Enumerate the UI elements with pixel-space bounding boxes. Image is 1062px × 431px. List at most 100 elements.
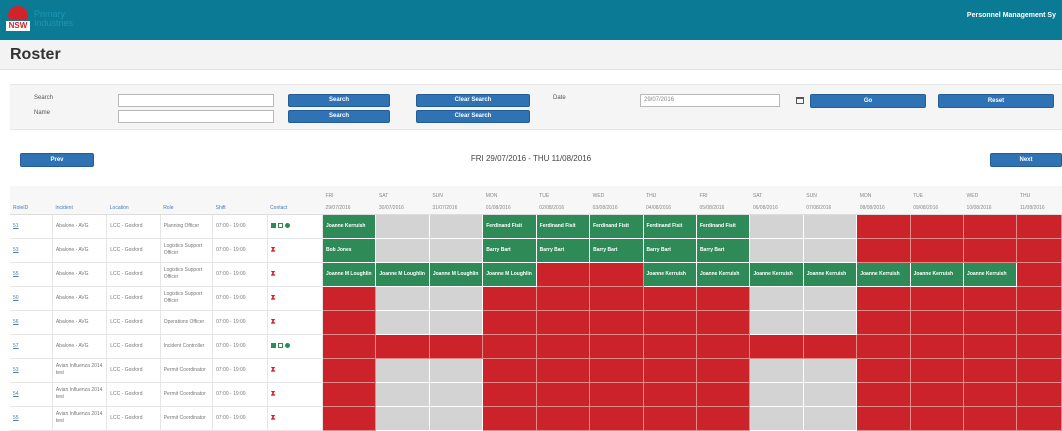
not-required-cell[interactable] — [428, 309, 484, 335]
assigned-shift-cell[interactable]: Barry Bart — [482, 237, 537, 263]
unfilled-shift-cell[interactable] — [1016, 285, 1062, 311]
unfilled-shift-cell[interactable] — [321, 333, 377, 359]
unfilled-shift-cell[interactable] — [963, 333, 1018, 359]
unfilled-shift-cell[interactable] — [695, 381, 751, 407]
unfilled-shift-cell[interactable] — [1016, 381, 1062, 407]
no-contact-icon[interactable] — [270, 294, 276, 300]
unfilled-shift-cell[interactable] — [695, 333, 751, 359]
unfilled-shift-cell[interactable] — [589, 285, 644, 311]
unfilled-shift-cell[interactable] — [589, 261, 644, 287]
not-required-cell[interactable] — [375, 357, 430, 383]
not-required-cell[interactable] — [802, 381, 858, 407]
col-location[interactable]: Location — [106, 186, 161, 215]
document-icon[interactable] — [277, 222, 283, 228]
unfilled-shift-cell[interactable] — [1016, 357, 1062, 383]
unfilled-shift-cell[interactable] — [856, 285, 911, 311]
unfilled-shift-cell[interactable] — [963, 357, 1018, 383]
unfilled-shift-cell[interactable] — [963, 309, 1018, 335]
not-required-cell[interactable] — [428, 405, 484, 431]
unfilled-shift-cell[interactable] — [589, 309, 644, 335]
not-required-cell[interactable] — [749, 237, 804, 263]
unfilled-shift-cell[interactable] — [909, 213, 965, 239]
no-contact-icon[interactable] — [270, 390, 276, 396]
unfilled-shift-cell[interactable] — [535, 309, 591, 335]
search-input[interactable] — [118, 94, 274, 107]
no-contact-icon[interactable] — [270, 366, 276, 372]
unfilled-shift-cell[interactable] — [749, 333, 804, 359]
unfilled-shift-cell[interactable] — [642, 285, 697, 311]
unfilled-shift-cell[interactable] — [535, 261, 591, 287]
unfilled-shift-cell[interactable] — [1016, 261, 1062, 287]
unfilled-shift-cell[interactable] — [482, 333, 537, 359]
not-required-cell[interactable] — [375, 405, 430, 431]
not-required-cell[interactable] — [749, 381, 804, 407]
assigned-shift-cell[interactable]: Joanne Kerruish — [695, 261, 751, 287]
reset-button[interactable]: Reset — [938, 94, 1054, 108]
unfilled-shift-cell[interactable] — [909, 285, 965, 311]
unfilled-shift-cell[interactable] — [321, 309, 377, 335]
unfilled-shift-cell[interactable] — [535, 285, 591, 311]
unfilled-shift-cell[interactable] — [963, 405, 1018, 431]
unfilled-shift-cell[interactable] — [428, 333, 484, 359]
not-required-cell[interactable] — [802, 237, 858, 263]
contact-ok-icon[interactable] — [270, 342, 276, 348]
unfilled-shift-cell[interactable] — [909, 405, 965, 431]
not-required-cell[interactable] — [428, 285, 484, 311]
unfilled-shift-cell[interactable] — [856, 309, 911, 335]
unfilled-shift-cell[interactable] — [321, 357, 377, 383]
not-required-cell[interactable] — [375, 285, 430, 311]
role-id-link[interactable]: 53 — [10, 238, 53, 263]
calendar-icon[interactable] — [796, 97, 804, 104]
not-required-cell[interactable] — [375, 237, 430, 263]
role-id-link[interactable]: 55 — [10, 406, 53, 431]
not-required-cell[interactable] — [749, 357, 804, 383]
role-id-link[interactable]: 56 — [10, 310, 53, 335]
assigned-shift-cell[interactable]: Joanne Kerruish — [749, 261, 804, 287]
unfilled-shift-cell[interactable] — [1016, 213, 1062, 239]
assigned-shift-cell[interactable]: Joanne Kerruish — [856, 261, 911, 287]
assigned-shift-cell[interactable]: Joanne M Loughlin — [321, 261, 377, 287]
unfilled-shift-cell[interactable] — [963, 213, 1018, 239]
unfilled-shift-cell[interactable] — [909, 357, 965, 383]
unfilled-shift-cell[interactable] — [1016, 405, 1062, 431]
unfilled-shift-cell[interactable] — [963, 381, 1018, 407]
unfilled-shift-cell[interactable] — [482, 285, 537, 311]
next-button[interactable]: Next — [990, 153, 1062, 167]
unfilled-shift-cell[interactable] — [535, 405, 591, 431]
role-id-link[interactable]: 50 — [10, 286, 53, 311]
not-required-cell[interactable] — [749, 213, 804, 239]
unfilled-shift-cell[interactable] — [642, 357, 697, 383]
name-search-button[interactable]: Search — [288, 110, 390, 123]
unfilled-shift-cell[interactable] — [321, 381, 377, 407]
no-contact-icon[interactable] — [270, 318, 276, 324]
no-contact-icon[interactable] — [270, 414, 276, 420]
date-input[interactable]: 29/07/2016 — [640, 94, 780, 107]
assigned-shift-cell[interactable]: Joanne M Loughlin — [428, 261, 484, 287]
unfilled-shift-cell[interactable] — [589, 333, 644, 359]
document-icon[interactable] — [277, 342, 283, 348]
not-required-cell[interactable] — [749, 285, 804, 311]
assigned-shift-cell[interactable]: Barry Bart — [695, 237, 751, 263]
assigned-shift-cell[interactable]: Barry Bart — [589, 237, 644, 263]
assigned-shift-cell[interactable]: Joanne Kerruish — [642, 261, 697, 287]
search-button[interactable]: Search — [288, 94, 390, 107]
unfilled-shift-cell[interactable] — [589, 357, 644, 383]
unfilled-shift-cell[interactable] — [535, 357, 591, 383]
unfilled-shift-cell[interactable] — [642, 381, 697, 407]
unfilled-shift-cell[interactable] — [856, 381, 911, 407]
not-required-cell[interactable] — [428, 213, 484, 239]
assigned-shift-cell[interactable]: Ferdinand Fisit — [535, 213, 591, 239]
no-contact-icon[interactable] — [270, 246, 276, 252]
not-required-cell[interactable] — [749, 405, 804, 431]
unfilled-shift-cell[interactable] — [642, 333, 697, 359]
nsw-dpi-logo[interactable]: NSW Primary Industries — [6, 6, 73, 32]
not-required-cell[interactable] — [802, 309, 858, 335]
unfilled-shift-cell[interactable] — [589, 381, 644, 407]
unfilled-shift-cell[interactable] — [321, 285, 377, 311]
role-id-link[interactable]: 53 — [10, 358, 53, 383]
unfilled-shift-cell[interactable] — [1016, 309, 1062, 335]
unfilled-shift-cell[interactable] — [695, 285, 751, 311]
role-id-link[interactable]: 57 — [10, 334, 53, 359]
assigned-shift-cell[interactable]: Joanne Kerruish — [321, 213, 377, 239]
no-contact-icon[interactable] — [270, 270, 276, 276]
